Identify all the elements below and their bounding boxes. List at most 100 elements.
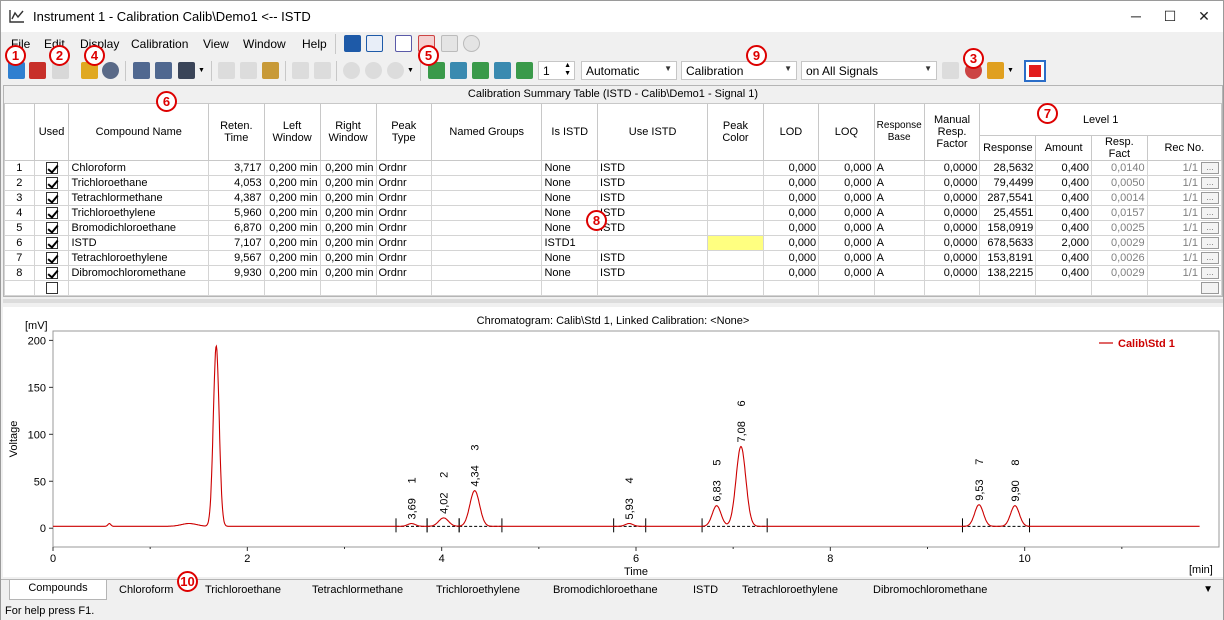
response-base-cell[interactable]: A [873,160,925,176]
used-checkbox-cell[interactable] [33,250,70,266]
manual-resp-factor-cell[interactable]: 0,0000 [923,265,981,281]
filter-icon[interactable] [987,62,1004,79]
use-istd-cell[interactable]: ISTD [597,250,709,266]
col-level-1[interactable]: Level 1 [979,103,1222,136]
amount-cell[interactable]: 0,400 [1035,205,1093,221]
response-cell[interactable]: 138,2215 [979,265,1037,281]
col-right-window[interactable]: Right Window [319,103,377,161]
used-checkbox[interactable] [45,176,58,189]
col-is-istd[interactable]: Is ISTD [541,103,599,161]
spinner-arrows-icon[interactable]: ▲ ▼ [564,62,571,78]
empty-cell[interactable] [1035,280,1093,296]
amount-cell[interactable]: 2,000 [1035,235,1093,251]
lod-cell[interactable]: 0,000 [762,175,820,191]
amount-cell[interactable]: 0,400 [1035,250,1093,266]
empty-cell[interactable] [541,280,599,296]
rec-no-cell[interactable] [1146,280,1223,296]
response-base-cell[interactable]: A [873,235,925,251]
empty-cell[interactable] [762,280,820,296]
peak-color-cell[interactable] [707,250,764,266]
used-checkbox[interactable] [45,161,58,174]
compound-name-cell[interactable]: ISTD [68,235,210,251]
retention-time-cell[interactable]: 7,107 [208,235,265,251]
tab-trichloroethylene[interactable]: Trichloroethylene [430,582,526,600]
manual-resp-factor-cell[interactable]: 0,0000 [923,235,981,251]
level-spinner[interactable]: 1 ▲ ▼ [538,61,575,80]
rec-no-cell[interactable]: 1/1 ... [1146,190,1223,206]
used-checkbox-cell[interactable] [33,280,70,296]
used-checkbox-cell[interactable] [33,175,70,191]
col-peak-type[interactable]: Peak Type [375,103,432,161]
retention-time-cell[interactable]: 3,717 [208,160,265,176]
loq-cell[interactable]: 0,000 [818,220,875,236]
mode-combo[interactable]: Automatic ▼ [581,61,677,80]
use-istd-cell[interactable]: ISTD [597,175,709,191]
peak-color-cell[interactable] [707,205,764,221]
col-response[interactable]: Response [979,135,1037,161]
rec-no-cell[interactable]: 1/1 ... [1146,220,1223,236]
tabs-dropdown-icon[interactable]: ▼ [1203,584,1213,595]
col-rec-no[interactable]: Rec No. [1146,135,1223,161]
peak-type-cell[interactable]: Ordnr [375,205,432,221]
peak-type-cell[interactable]: Ordnr [375,175,432,191]
lod-cell[interactable]: 0,000 [762,235,820,251]
empty-cell[interactable] [375,280,432,296]
peak-multi-icon[interactable] [494,62,511,79]
used-checkbox[interactable] [45,251,58,264]
menu-window[interactable]: Window [243,37,286,51]
print-preview-icon[interactable] [133,62,150,79]
peak-type-cell[interactable]: Ordnr [375,235,432,251]
manual-resp-factor-cell[interactable]: 0,0000 [923,220,981,236]
rec-no-cell[interactable]: 1/1 ... [1146,235,1223,251]
right-window-cell[interactable]: 0,200 min [319,250,377,266]
col-manual-resp-factor[interactable]: Manual Resp. Factor [923,103,981,161]
used-checkbox[interactable] [45,236,58,249]
used-checkbox[interactable] [45,191,58,204]
col-use-istd[interactable]: Use ISTD [597,103,709,161]
empty-cell[interactable] [707,280,764,296]
amount-cell[interactable]: 0,400 [1035,190,1093,206]
menu-view[interactable]: View [203,37,229,51]
col-lod[interactable]: LOD [762,103,820,161]
use-istd-cell[interactable]: ISTD [597,190,709,206]
lod-cell[interactable]: 0,000 [762,265,820,281]
retention-time-cell[interactable]: 4,053 [208,175,265,191]
retention-time-cell[interactable]: 4,387 [208,190,265,206]
menu-help[interactable]: Help [302,37,327,51]
zoom-dropdown-icon[interactable]: ▼ [407,62,415,79]
integration-icon[interactable] [366,35,383,52]
named-groups-cell[interactable] [430,220,543,236]
signal-combo[interactable]: on All Signals ▼ [801,61,937,80]
loq-cell[interactable]: 0,000 [818,265,875,281]
right-window-cell[interactable]: 0,200 min [319,175,377,191]
left-window-cell[interactable]: 0,200 min [263,190,321,206]
amount-cell[interactable]: 0,400 [1035,175,1093,191]
peak-type-cell[interactable]: Ordnr [375,250,432,266]
rec-no-cell[interactable]: 1/1 ... [1146,205,1223,221]
manual-resp-factor-cell[interactable]: 0,0000 [923,250,981,266]
table-row[interactable]: 8 Dibromochloromethane 9,930 0,200 min 0,200… [4,265,1223,281]
left-window-cell[interactable]: 0,200 min [263,160,321,176]
response-cell[interactable]: 287,5541 [979,190,1037,206]
empty-cell[interactable] [68,280,210,296]
response-cell[interactable]: 79,4499 [979,175,1037,191]
is-istd-cell[interactable]: ISTD1 [541,235,599,251]
manual-resp-factor-cell[interactable]: 0,0000 [923,205,981,221]
cancel-icon[interactable] [102,62,119,79]
right-window-cell[interactable]: 0,200 min [319,160,377,176]
peak-type-cell[interactable]: Ordnr [375,265,432,281]
table-row[interactable]: 6 ISTD 7,107 0,200 min 0,200 min Ordnr ISTD1 0,… [4,235,1223,251]
loq-cell[interactable]: 0,000 [818,205,875,221]
retention-time-cell[interactable]: 5,960 [208,205,265,221]
col-response-base[interactable]: Response Base [873,103,925,161]
is-istd-cell[interactable]: None [541,160,599,176]
compound-name-cell[interactable]: Trichloroethylene [68,205,210,221]
loq-cell[interactable]: 0,000 [818,190,875,206]
tab-chloroform[interactable]: Chloroform [113,582,179,600]
empty-cell[interactable] [597,280,709,296]
use-istd-cell[interactable] [597,235,709,251]
compound-name-cell[interactable]: Trichloroethane [68,175,210,191]
zoom-preview-icon[interactable] [155,62,172,79]
col-used[interactable]: Used [33,103,70,161]
peak-color-cell[interactable] [707,220,764,236]
